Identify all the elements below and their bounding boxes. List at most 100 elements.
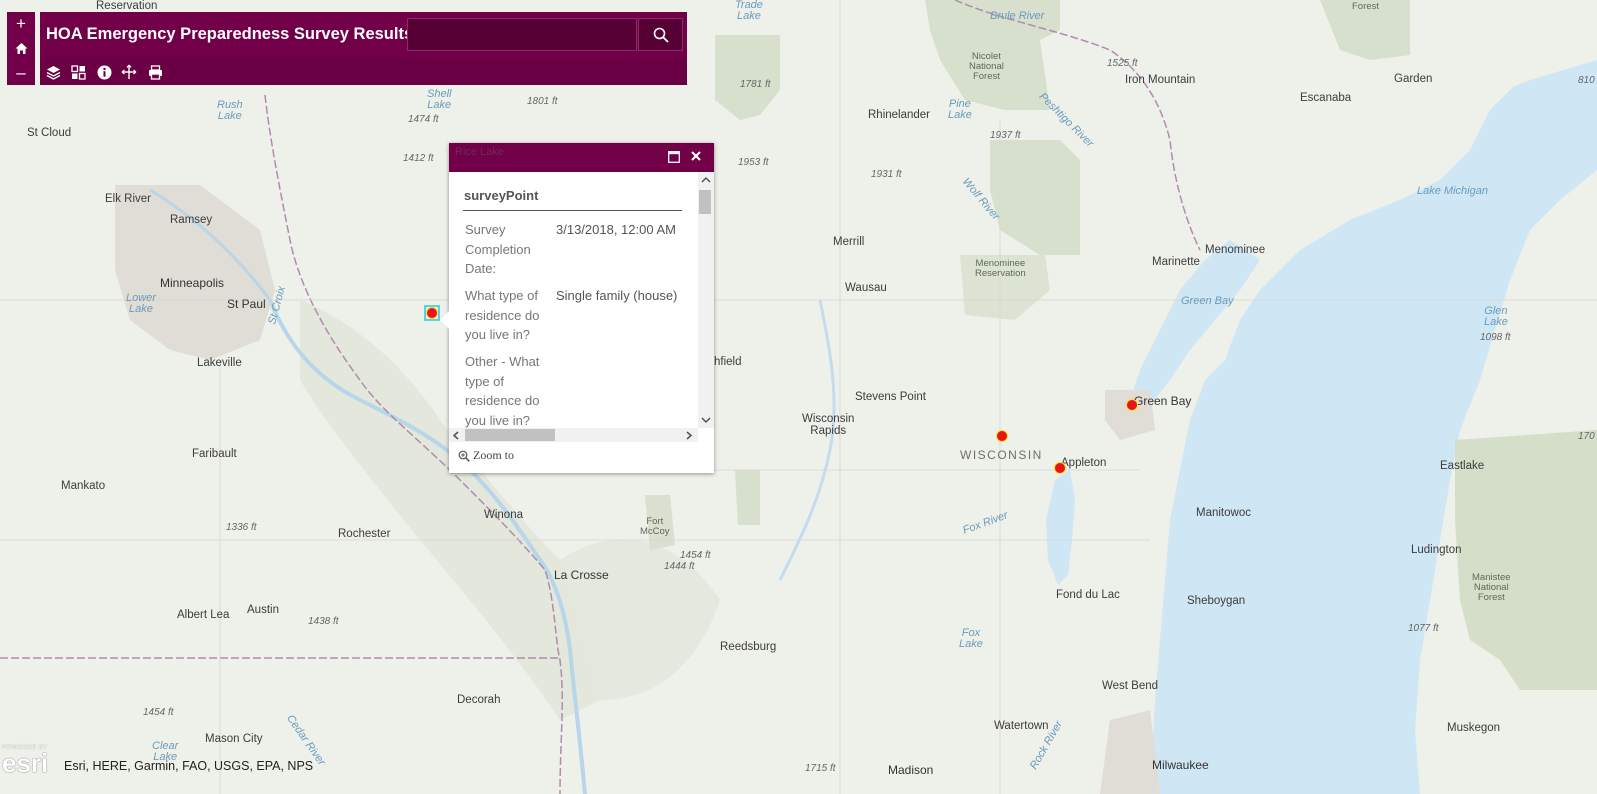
- layers-icon: [46, 65, 60, 80]
- map-label-marshfield: hfield: [714, 356, 742, 368]
- esri-wordmark: esri: [2, 748, 49, 778]
- map-label-elevation: 1336 ft: [226, 522, 257, 533]
- map-label-wisconsin: WISCONSIN: [960, 448, 1043, 462]
- map-label-elevation: 1931 ft: [871, 169, 902, 180]
- maximize-icon[interactable]: [668, 151, 680, 163]
- about-button[interactable]: [96, 64, 112, 80]
- map-label-menominee: Menominee: [1205, 244, 1266, 256]
- survey-point[interactable]: [1054, 462, 1066, 474]
- map-label-elevation: 810: [1578, 75, 1595, 86]
- map-label-decorah: Decorah: [457, 694, 501, 706]
- measure-icon: [121, 64, 137, 79]
- survey-point[interactable]: [1126, 399, 1138, 411]
- search-button[interactable]: [638, 18, 683, 51]
- home-button[interactable]: [7, 37, 35, 61]
- map-label-brule-river: Brule River: [990, 10, 1045, 22]
- map-label-st-paul: St Paul: [227, 297, 266, 311]
- map-label-iron-mountain: Iron Mountain: [1125, 74, 1196, 86]
- attribute-label: Survey Completion Date:: [465, 222, 531, 276]
- popup-horizontal-scrollbar[interactable]: [449, 428, 698, 442]
- print-button[interactable]: [147, 64, 163, 80]
- map-label-la-crosse: La Crosse: [554, 568, 609, 582]
- zoom-magnifier-icon: [458, 450, 470, 462]
- search-input[interactable]: [408, 19, 636, 50]
- close-icon[interactable]: [689, 149, 703, 163]
- map-label-elevation: 1781 ft: [740, 79, 771, 90]
- toolbar: [40, 57, 687, 85]
- popup-vertical-scrollbar[interactable]: [698, 172, 714, 428]
- map-label-menominee-reservation: Menominee Reservation: [975, 258, 1026, 279]
- map-label-green-bay-water: Green Bay: [1181, 295, 1234, 307]
- map-label-elk-river: Elk River: [105, 193, 152, 205]
- scroll-right-icon[interactable]: [685, 431, 693, 440]
- map-label-mason-city: Mason City: [205, 733, 263, 745]
- map-label-wausau: Wausau: [845, 282, 887, 294]
- map-label-elevation: 1525 ft: [1107, 58, 1138, 69]
- map-label-glen-lake: Glen Lake: [1484, 305, 1508, 328]
- print-icon: [148, 64, 162, 80]
- esri-logo[interactable]: POWERED BY esri: [2, 745, 49, 778]
- survey-point-selected[interactable]: [426, 307, 438, 319]
- map-label-elevation: 1098 ft: [1480, 332, 1511, 343]
- map-label-escanaba: Escanaba: [1300, 92, 1352, 104]
- map-label-ramsey: Ramsey: [170, 214, 213, 226]
- map-label-milwaukee: Milwaukee: [1152, 758, 1209, 772]
- map-label-reservation: Reservation: [96, 0, 158, 12]
- map-label-elevation: 1454 ft: [680, 550, 711, 561]
- map-label-manitowoc: Manitowoc: [1196, 507, 1251, 519]
- map-label-elevation: 1077 ft: [1408, 623, 1439, 634]
- map-label-west-bend: West Bend: [1102, 680, 1159, 692]
- scroll-up-icon[interactable]: [701, 176, 711, 184]
- measure-button[interactable]: [121, 64, 137, 80]
- map-label-marinette: Marinette: [1152, 256, 1200, 268]
- scrollbar-thumb[interactable]: [465, 429, 555, 441]
- popup-content[interactable]: surveyPoint Survey Completion Date: 3/13…: [449, 172, 698, 428]
- map-label-st-cloud: St Cloud: [27, 127, 72, 139]
- map-label-trade-lake: Trade Lake: [735, 0, 763, 22]
- layers-button[interactable]: [45, 64, 61, 80]
- map-label-wisconsin-rapids: Wisconsin Rapids: [802, 413, 855, 437]
- home-icon: [15, 43, 27, 54]
- popup-title: surveyPoint: [464, 188, 539, 203]
- map-label-elevation: 1715 ft: [805, 763, 836, 774]
- map-label-elevation: 1444 ft: [664, 561, 695, 572]
- scrollbar-thumb[interactable]: [699, 190, 711, 214]
- map-label-albert-lea: Albert Lea: [177, 609, 230, 621]
- map-label-rush-lake: Rush Lake: [217, 99, 243, 122]
- map-label-eastlake: Eastlake: [1440, 460, 1485, 472]
- map-view[interactable]: Reservation St Cloud Elk River Ramsey Mi…: [0, 0, 1597, 794]
- map-label-fort-mccoy: Fort McCoy: [640, 516, 670, 537]
- zoom-out-button[interactable]: –: [7, 61, 35, 85]
- zoom-control: + –: [7, 12, 35, 85]
- map-label-sheboygan: Sheboygan: [1187, 595, 1246, 607]
- search-icon: [653, 27, 669, 43]
- popup-header: Rice Lake: [449, 143, 714, 172]
- map-label-faribault: Faribault: [192, 448, 237, 460]
- popup-divider: [463, 210, 682, 211]
- map-label-ludington: Ludington: [1411, 544, 1462, 556]
- attribute-label: What type of residence do you live in?: [465, 288, 540, 342]
- map-label-elevation: 1801 ft: [527, 96, 558, 107]
- map-label-elevation: 1937 ft: [990, 130, 1021, 141]
- popup-header-text: Rice Lake: [455, 146, 504, 158]
- scroll-down-icon[interactable]: [701, 416, 711, 424]
- map-label-nicolet: Nicolet National Forest: [969, 51, 1004, 82]
- map-label-merrill: Merrill: [833, 236, 865, 248]
- info-popup: Rice Lake surveyPoint Survey Completion …: [440, 143, 714, 473]
- scroll-left-icon[interactable]: [452, 431, 460, 440]
- map-label-elevation: 170: [1578, 431, 1595, 442]
- map-label-garden: Garden: [1394, 73, 1433, 85]
- map-label-appleton: Appleton: [1061, 457, 1107, 469]
- map-label-stevens-point: Stevens Point: [855, 391, 926, 403]
- map-label-pine-lake: Pine Lake: [948, 98, 972, 121]
- zoom-in-button[interactable]: +: [7, 12, 35, 36]
- survey-point[interactable]: [996, 430, 1008, 442]
- zoom-to-link[interactable]: Zoom to: [458, 448, 514, 463]
- zoom-to-label: Zoom to: [473, 448, 514, 462]
- map-label-rhinelander: Rhinelander: [868, 109, 931, 121]
- map-label-fond-du-lac: Fond du Lac: [1056, 589, 1120, 601]
- attribute-label: Other - What type of residence do you li…: [465, 354, 540, 428]
- map-label-elevation: 1953 ft: [738, 157, 769, 168]
- map-label-green-bay: Green Bay: [1134, 394, 1192, 408]
- basemap-gallery-button[interactable]: [70, 64, 86, 80]
